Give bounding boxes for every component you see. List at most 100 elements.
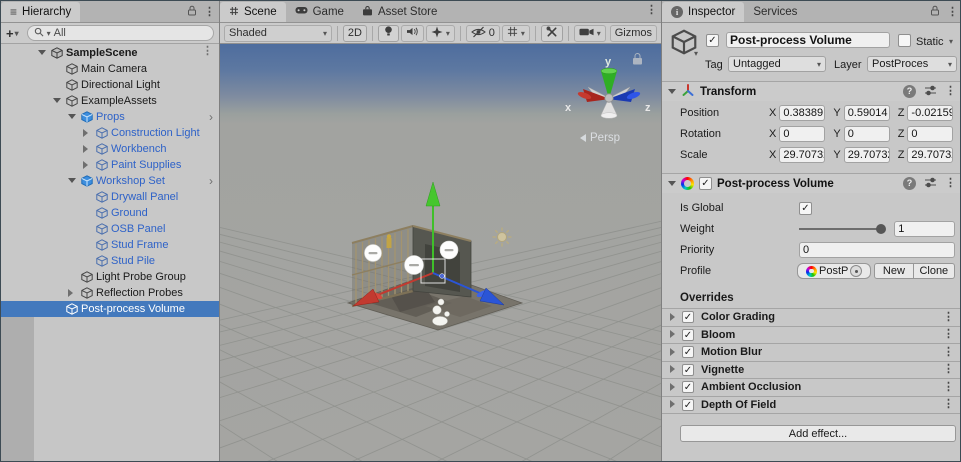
weight-value-field[interactable]: 1 [894,221,955,237]
override-enabled-checkbox[interactable]: ✓ [682,399,694,411]
priority-value-field[interactable]: 0 [799,242,955,258]
tab-hierarchy[interactable]: ≡ Hierarchy [1,2,80,22]
prefab-open-chevron-icon[interactable]: › [209,110,213,124]
position-x-field[interactable]: 0.38389 [779,105,825,121]
hierarchy-item-directional-light[interactable]: Directional Light [1,77,219,93]
tab-scene[interactable]: Scene [220,2,286,22]
lock-icon[interactable] [930,5,940,19]
hierarchy-item-reflection-probes[interactable]: Reflection Probes [1,285,219,301]
gameobject-active-checkbox[interactable]: ✓ [706,34,719,47]
component-kebab-icon[interactable]: ⋮ [945,178,956,189]
gizmos-dropdown[interactable]: Gizmos [610,25,657,42]
panel-kebab-icon[interactable]: ⋮ [947,7,958,18]
scene-camera-button[interactable]: ▾ [574,25,606,42]
add-effect-button[interactable]: Add effect... [680,425,956,442]
foldout-arrow[interactable] [83,129,88,137]
lock-icon[interactable] [187,5,197,19]
hierarchy-item-props[interactable]: Props› [1,109,219,125]
override-enabled-checkbox[interactable]: ✓ [682,381,694,393]
static-dropdown-icon[interactable]: ▾ [949,37,953,46]
tab-inspector[interactable]: i Inspector [662,2,744,22]
gameobject-icon-chevron[interactable]: ▾ [694,49,698,58]
hierarchy-item-stud-pile[interactable]: Stud Pile [1,253,219,269]
override-row-bloom[interactable]: ✓Bloom⋮ [662,326,961,344]
hierarchy-item-paint-supplies[interactable]: Paint Supplies [1,157,219,173]
panel-kebab-icon[interactable]: ⋮ [646,5,657,16]
scale-z-field[interactable]: 29.70732 [907,147,953,163]
component-kebab-icon[interactable]: ⋮ [945,86,956,97]
profile-clone-button[interactable]: Clone [914,263,955,279]
help-icon[interactable]: ? [903,85,916,98]
hierarchy-item-post-process-volume[interactable]: Post-process Volume [1,301,219,317]
rotation-y-field[interactable]: 0 [844,126,890,142]
hierarchy-item-stud-frame[interactable]: Stud Frame [1,237,219,253]
override-row-depth-of-field[interactable]: ✓Depth Of Field⋮ [662,396,961,414]
component-tools-button[interactable] [541,25,563,42]
override-kebab-icon[interactable]: ⋮ [943,364,954,375]
hierarchy-search-input[interactable]: ▾ All [27,25,214,41]
override-enabled-checkbox[interactable]: ✓ [682,311,694,323]
grid-visibility-button[interactable]: ▾ [502,25,530,42]
tag-dropdown[interactable]: Untagged ▾ [728,56,826,72]
override-row-motion-blur[interactable]: ✓Motion Blur⋮ [662,343,961,361]
foldout-arrow[interactable] [53,98,61,103]
hierarchy-item-ground[interactable]: Ground [1,205,219,221]
hierarchy-item-construction-light[interactable]: Construction Light [1,125,219,141]
foldout-arrow[interactable] [68,114,76,119]
weight-slider-knob[interactable] [876,224,886,234]
camera-dropdown-icon[interactable]: ▾ [597,29,601,38]
override-row-ambient-occlusion[interactable]: ✓Ambient Occlusion⋮ [662,378,961,396]
toggle-2d-button[interactable]: 2D [343,25,367,42]
override-kebab-icon[interactable]: ⋮ [943,329,954,340]
static-checkbox[interactable] [898,34,911,47]
profile-new-button[interactable]: New [874,263,913,279]
component-enabled-checkbox[interactable]: ✓ [699,177,712,190]
foldout-arrow[interactable] [68,178,76,183]
override-kebab-icon[interactable]: ⋮ [943,399,954,410]
object-picker-icon[interactable] [850,265,862,277]
foldout-arrow[interactable] [670,330,675,338]
scene-visibility-button[interactable]: 0 [466,25,500,42]
is-global-checkbox[interactable]: ✓ [799,202,812,215]
position-z-field[interactable]: -0.02159 [907,105,953,121]
weight-slider[interactable] [799,221,887,237]
override-enabled-checkbox[interactable]: ✓ [682,329,694,341]
ppv-component-header[interactable]: ✓ Post-process Volume ? ⋮ [662,173,961,193]
override-enabled-checkbox[interactable]: ✓ [682,346,694,358]
presets-icon[interactable] [924,176,937,192]
hierarchy-item-workbench[interactable]: Workbench [1,141,219,157]
gameobject-name-field[interactable]: Post-process Volume [726,32,890,48]
tab-services[interactable]: Services [744,2,806,22]
hierarchy-item-exampleassets[interactable]: ExampleAssets [1,93,219,109]
rotation-z-field[interactable]: 0 [907,126,953,142]
position-y-field[interactable]: 0.59014 [844,105,890,121]
rotation-x-field[interactable]: 0 [779,126,825,142]
prefab-open-chevron-icon[interactable]: › [209,174,213,188]
foldout-arrow[interactable] [670,313,675,321]
tab-game[interactable]: Game [286,2,353,22]
override-kebab-icon[interactable]: ⋮ [943,312,954,323]
tab-asset-store[interactable]: Asset Store [353,2,446,22]
hierarchy-item-main-camera[interactable]: Main Camera [1,61,219,77]
foldout-arrow[interactable] [83,145,88,153]
hierarchy-item-workshop-set[interactable]: Workshop Set› [1,173,219,189]
hierarchy-item-drywall-panel[interactable]: Drywall Panel [1,189,219,205]
help-icon[interactable]: ? [903,177,916,190]
presets-icon[interactable] [924,84,937,100]
hierarchy-item-samplescene[interactable]: SampleScene⋮ [1,45,219,61]
shading-mode-dropdown[interactable]: Shaded ▾ [224,25,332,42]
foldout-arrow[interactable] [670,365,675,373]
scene-viewport[interactable]: y x z Persp [220,44,661,461]
projection-mode-button[interactable]: Persp [580,132,620,144]
search-filter-chevron-icon[interactable]: ▾ [47,29,51,38]
override-kebab-icon[interactable]: ⋮ [943,382,954,393]
panel-kebab-icon[interactable]: ⋮ [204,7,215,18]
hierarchy-item-osb-panel[interactable]: OSB Panel [1,221,219,237]
layer-dropdown[interactable]: PostProces ▾ [867,56,957,72]
scene-audio-button[interactable] [401,25,424,42]
profile-object-field[interactable]: PostP [797,263,871,279]
hierarchy-item-light-probe-group[interactable]: Light Probe Group [1,269,219,285]
effects-dropdown-icon[interactable]: ▾ [446,29,450,38]
foldout-arrow[interactable] [83,161,88,169]
foldout-arrow[interactable] [670,400,675,408]
